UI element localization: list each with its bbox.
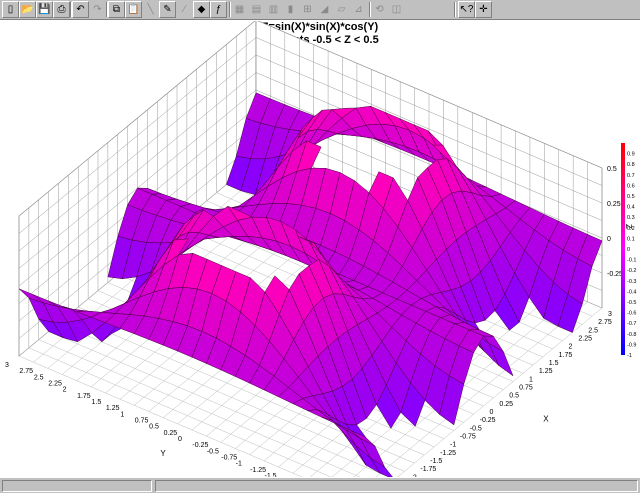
colorbar-tick-label: 0 <box>627 247 630 253</box>
formula-icon[interactable]: ƒ <box>210 1 227 18</box>
freehand-icon: ∕ <box>183 3 186 15</box>
colorbar-tick-label: -0.1 <box>627 258 636 264</box>
surface-icon: ▱ <box>337 3 346 15</box>
y-tick-label: 0.5 <box>149 424 159 431</box>
undo-icon[interactable]: ↶ <box>72 1 89 18</box>
status-bar <box>0 477 640 493</box>
toolbar-separator <box>106 2 108 17</box>
y-tick-label: -1 <box>236 461 242 468</box>
z-tick-label: 0.5 <box>607 166 617 173</box>
x-tick-label: 1 <box>529 376 533 383</box>
y-tick-label: 1.5 <box>92 399 102 406</box>
paste-icon[interactable]: 📋 <box>125 1 142 18</box>
surface-plot[interactable]: 32.752.52.2521.751.51.2510.750.50.250-0.… <box>0 21 640 477</box>
colorbar-tick-label: 0.7 <box>627 173 635 179</box>
x-tick-label: 2.75 <box>598 319 612 326</box>
y-tick-label: 2.75 <box>19 368 33 375</box>
colorbar-tick-label: 0.2 <box>627 226 635 232</box>
status-panel-2 <box>155 480 638 492</box>
x-tick-label: -1.75 <box>420 466 436 473</box>
colorbar-tick-label: 0.9 <box>627 152 635 158</box>
x-tick-label: -1.5 <box>430 458 442 465</box>
toolbar-separator <box>229 2 231 17</box>
colorbar-tick-label: -0.8 <box>627 332 636 338</box>
axes-icon: ⊿ <box>354 3 363 15</box>
redo-icon: ↷ <box>93 3 102 15</box>
x-axis-label: X <box>543 415 549 424</box>
table-icon: ▤ <box>251 3 262 15</box>
toolbar-separator <box>454 2 456 17</box>
colorbar-gradient <box>621 143 625 355</box>
colorbar-tick-label: 0.3 <box>627 215 635 221</box>
y-tick-label: 0.75 <box>135 418 149 425</box>
colorbar-tick-label: 0.1 <box>627 236 635 242</box>
y-tick-label: 2 <box>63 387 67 394</box>
color-fill-icon[interactable]: ◆ <box>193 1 210 18</box>
toolbar-separator <box>70 2 72 17</box>
colorbar-tick-label: -0.6 <box>627 311 636 317</box>
z-tick-label: 0.25 <box>607 201 621 208</box>
colorbar-tick-label: 0.8 <box>627 162 635 168</box>
x-tick-label: -1 <box>450 442 456 449</box>
x-tick-label: 1.25 <box>539 368 553 375</box>
y-tick-label: 1.25 <box>106 405 120 412</box>
bar-chart-icon: ▮ <box>287 3 294 15</box>
x-tick-label: 3 <box>608 311 612 318</box>
colorbar-tick-label: 0.4 <box>627 205 635 211</box>
column-icon: ▥ <box>268 3 279 15</box>
area-chart-icon: ◢ <box>320 3 329 15</box>
x-tick-label: -0.25 <box>480 417 496 424</box>
y-tick-label: 1.75 <box>77 393 91 400</box>
y-tick-label: 2.5 <box>34 374 44 381</box>
crosshair-icon[interactable]: ✛ <box>475 1 492 18</box>
y-axis-label: Y <box>160 449 166 458</box>
colorbar-tick-label: -0.9 <box>627 342 636 348</box>
y-tick-label: 0.25 <box>164 430 178 437</box>
x-tick-label: 2.5 <box>588 327 598 334</box>
color-legend: 0.9 0.8 0.7 0.6 0.5 0.4 0.3 0.2 0.1 0 -0.1 -0.2 -0.3… <box>621 143 636 359</box>
colorbar-tick-label: -0.3 <box>627 279 636 285</box>
x-tick-label: -0.75 <box>460 434 476 441</box>
zoom-in-icon: ⊞ <box>303 3 312 15</box>
open-folder-icon[interactable]: 📂 <box>19 1 36 18</box>
draw-line-icon: ╲ <box>147 3 154 15</box>
x-tick-label: -0.5 <box>470 425 482 432</box>
toolbar-separator <box>369 2 371 17</box>
colorbar-tick-label: 0.6 <box>627 183 635 189</box>
print-icon[interactable]: ⎙ <box>53 1 70 18</box>
rotate-icon: ⟲ <box>375 3 384 15</box>
z-tick-label: -0.25 <box>607 271 623 278</box>
x-tick-label: 0 <box>490 409 494 416</box>
colorbar-tick-label: -0.4 <box>627 289 636 295</box>
x-tick-label: 0.25 <box>499 401 513 408</box>
y-tick-label: 0 <box>178 436 182 443</box>
x-tick-label: 2.25 <box>578 336 592 343</box>
edit-properties-icon[interactable]: ✎ <box>159 1 176 18</box>
colorbar-tick-label: 0.5 <box>627 194 635 200</box>
x-tick-label: -1.25 <box>440 450 456 457</box>
save-icon[interactable]: 💾 <box>36 1 53 18</box>
pointer-help-icon[interactable]: ↖? <box>458 1 475 18</box>
y-tick-label: -0.5 <box>207 448 219 455</box>
view-icon: ◫ <box>391 3 402 15</box>
status-panel-1 <box>2 480 152 492</box>
colorbar-tick-label: -0.2 <box>627 268 636 274</box>
colorbar-tick-label: -0.5 <box>627 300 636 306</box>
x-tick-label: 2 <box>569 344 573 351</box>
x-tick-label: 1.75 <box>559 352 573 359</box>
z-tick-label: 0 <box>607 236 611 243</box>
y-tick-label: 3 <box>5 362 9 369</box>
copy-icon[interactable]: ⧉ <box>108 1 125 18</box>
x-tick-label: 0.5 <box>509 393 519 400</box>
y-tick-label: 2.25 <box>48 381 62 388</box>
colorbar-tick-label: -0.7 <box>627 321 636 327</box>
y-tick-label: 1 <box>120 411 124 418</box>
x-tick-label: 1.5 <box>549 360 559 367</box>
colorbar-tick-label: -1 <box>627 353 632 359</box>
toolbar: ▯ 📂 💾 ⎙ ↶ ↷ ⧉ 📋 ╲ ✎ ∕ ◆ ƒ ▦ ▤ ▥ ▮ ⊞ ◢ ▱ ⊿ ⟲ ◫ ↖? ✛ <box>0 0 640 20</box>
x-tick-label: 0.75 <box>519 385 533 392</box>
grid-icon: ▦ <box>234 3 245 15</box>
new-doc-icon[interactable]: ▯ <box>2 1 19 18</box>
